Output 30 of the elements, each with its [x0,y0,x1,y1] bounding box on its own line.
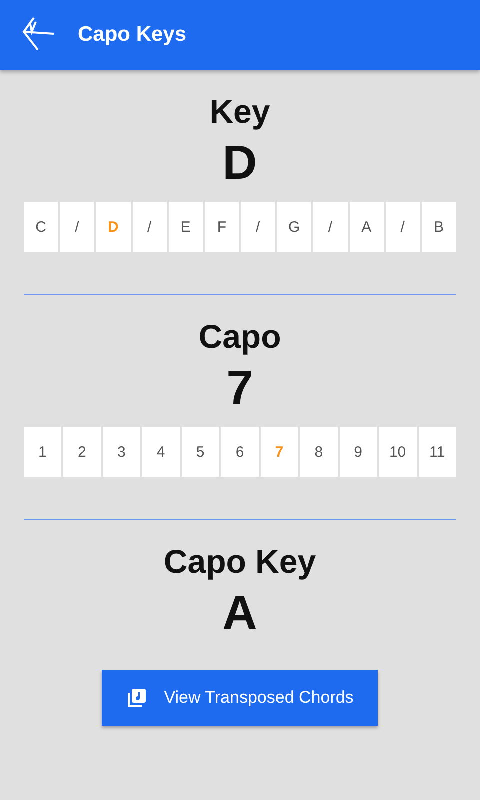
view-chords-button[interactable]: View Transposed Chords [102,670,378,726]
option-button[interactable]: 1 [24,427,62,477]
option-button[interactable]: 3 [102,427,140,477]
option-button[interactable]: 11 [418,427,456,477]
option-button[interactable]: 4 [142,427,180,477]
app-title: Capo Keys [78,23,187,47]
section-value: D [222,136,258,192]
option-button[interactable]: 6 [221,427,259,477]
option-button[interactable]: E [168,202,203,252]
option-button[interactable]: C [24,202,58,252]
section-title: Capo [198,317,282,357]
option-button[interactable]: / [132,202,167,252]
option-button[interactable]: 5 [182,427,220,477]
option-button[interactable]: 2 [63,427,101,477]
option-button[interactable]: / [241,202,276,252]
section-value: 7 [226,361,254,417]
option-button[interactable]: 9 [340,427,378,477]
option-button[interactable]: / [386,202,420,252]
option-button[interactable]: / [313,202,348,252]
option-button[interactable]: 10 [379,427,417,477]
section-title: Capo Key [164,542,316,582]
option-button[interactable]: B [422,202,456,252]
option-button[interactable]: 8 [300,427,338,477]
section-value: A [222,586,258,642]
option-button[interactable]: A [350,202,384,252]
option-button[interactable]: F [204,202,240,252]
option-button[interactable]: G [277,202,312,252]
option-button[interactable]: / [60,202,94,252]
section-title: Key [210,92,270,132]
music-library-icon [126,687,148,709]
